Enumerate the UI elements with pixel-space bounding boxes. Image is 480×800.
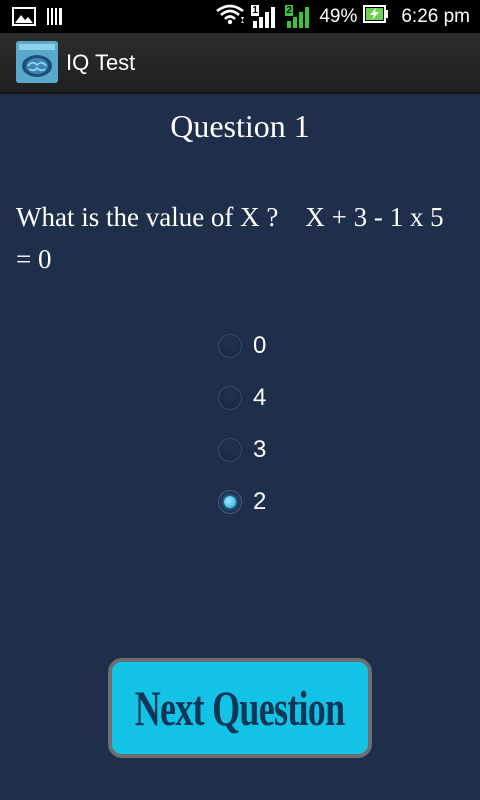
radio-button[interactable]: [218, 438, 242, 462]
battery-percent: 49%: [319, 5, 358, 27]
option-label: 4: [253, 384, 267, 411]
option-0[interactable]: 0: [218, 320, 338, 372]
radio-button[interactable]: [218, 490, 242, 514]
battery-charging-icon: [363, 4, 389, 29]
option-label: 2: [253, 488, 267, 515]
radio-button[interactable]: [218, 334, 242, 358]
question-text: What is the value of X ? X + 3 - 1 x 5 =…: [16, 202, 451, 274]
option-3[interactable]: 2: [218, 476, 338, 528]
option-label: 0: [253, 332, 267, 359]
radio-button[interactable]: [218, 386, 242, 410]
barcode-icon: [46, 7, 64, 30]
image-icon: [12, 7, 36, 30]
signal-sim1-icon: 1: [251, 4, 279, 29]
next-question-label: Next Question: [135, 680, 345, 736]
status-bar: 1 2 49% 6:26 pm: [0, 0, 480, 33]
option-2[interactable]: 3: [218, 424, 338, 476]
next-question-button[interactable]: Next Question: [108, 658, 372, 758]
signal-sim2-icon: 2: [285, 4, 313, 29]
app-title: IQ Test: [66, 50, 136, 75]
option-label: 3: [253, 436, 267, 463]
clock: 6:26 pm: [401, 5, 470, 27]
brain-app-icon[interactable]: [16, 41, 58, 83]
option-1[interactable]: 4: [218, 372, 338, 424]
answer-options: 0 4 3 2: [218, 320, 338, 528]
action-bar: IQ Test: [0, 33, 480, 94]
wifi-icon: [215, 3, 245, 31]
question-title: Question 1: [170, 108, 310, 144]
